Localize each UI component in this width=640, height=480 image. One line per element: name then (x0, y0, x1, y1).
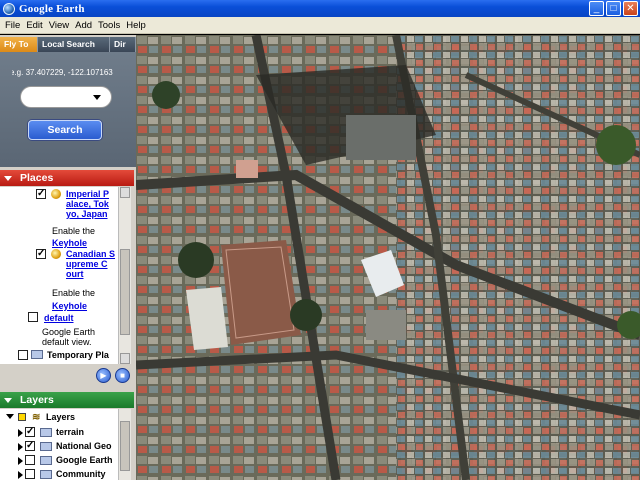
scroll-thumb[interactable] (120, 249, 130, 335)
collapse-arrow-icon[interactable] (6, 414, 14, 419)
keyhole-link-2[interactable]: Keyhole (52, 301, 87, 311)
layers-title: Layers (20, 394, 54, 406)
menu-tools[interactable]: Tools (95, 20, 123, 31)
default-checkbox[interactable] (28, 312, 38, 322)
satellite-imagery[interactable] (136, 35, 640, 480)
aerial-map-view[interactable] (136, 35, 640, 480)
community-checkbox[interactable] (25, 469, 35, 479)
scroll-thumb[interactable] (120, 421, 130, 471)
layer-row-community[interactable]: Community (0, 468, 118, 480)
folder-icon (40, 442, 52, 451)
menu-help[interactable]: Help (123, 20, 149, 31)
close-button[interactable]: ✕ (623, 1, 638, 16)
menu-edit[interactable]: Edit (23, 20, 45, 31)
places-nav-buttons: ▶ ■ (96, 368, 130, 383)
minimize-button[interactable]: _ (589, 1, 604, 16)
folder-icon (40, 456, 52, 465)
imperial-palace-link[interactable]: Imperial P alace, Tok yo, Japan (66, 189, 109, 219)
stop-tour-icon[interactable]: ■ (115, 368, 130, 383)
maximize-button[interactable]: □ (606, 1, 621, 16)
layers-root-row[interactable]: ≋ Layers (0, 412, 118, 426)
default-link[interactable]: default (44, 313, 74, 323)
placemark-icon (51, 189, 61, 199)
national-geo-label: National Geo (56, 441, 112, 451)
placemark-icon (51, 249, 61, 259)
imperial-palace-checkbox[interactable] (36, 188, 46, 199)
canadian-supreme-court-checkbox[interactable] (36, 248, 46, 259)
menu-add[interactable]: Add (72, 20, 95, 31)
layer-row-national-geo[interactable]: National Geo (0, 440, 118, 454)
places-scrollbar[interactable] (118, 187, 131, 364)
scroll-down-arrow-icon[interactable] (120, 353, 130, 364)
google-earth-logo-icon (3, 2, 15, 15)
collapse-triangle-icon[interactable] (4, 397, 12, 403)
expand-arrow-icon[interactable] (18, 443, 23, 451)
menu-file[interactable]: File (2, 20, 23, 31)
national-geo-checkbox[interactable] (25, 440, 35, 451)
play-tour-icon[interactable]: ▶ (96, 368, 111, 383)
expand-arrow-icon[interactable] (18, 429, 23, 437)
terrain-label: terrain (56, 427, 85, 437)
dropdown-arrow-icon[interactable] (93, 95, 101, 100)
scroll-up-arrow-icon[interactable] (120, 187, 130, 198)
fly-to-input[interactable] (20, 86, 112, 108)
enable-text: Enable the (52, 226, 96, 236)
expand-arrow-icon[interactable] (18, 457, 23, 465)
coordinate-hint: e.g. 37.407229, -122.107163 (12, 68, 113, 77)
default-description: Google Earth default view. (42, 327, 96, 347)
terrain-checkbox[interactable] (25, 426, 35, 437)
collapse-triangle-icon[interactable] (4, 175, 12, 181)
community-label: Community (56, 469, 106, 479)
window-title: Google Earth (19, 2, 85, 15)
fly-to-pane: e.g. 37.407229, -122.107163 Search (0, 52, 136, 167)
keyhole-link[interactable]: Keyhole (52, 238, 87, 248)
folder-icon (31, 350, 43, 359)
menu-bar: File Edit View Add Tools Help (0, 17, 640, 34)
enable-text-2: Enable the (52, 288, 96, 298)
layer-row-google-earth[interactable]: Google Earth (0, 454, 118, 468)
title-bar: Google Earth _ □ ✕ (0, 0, 640, 17)
tab-directions[interactable]: Dir (110, 37, 136, 52)
layer-row-terrain[interactable]: terrain (0, 426, 118, 440)
menu-view[interactable]: View (46, 20, 72, 31)
canadian-supreme-court-link[interactable]: Canadian S upreme C ourt (66, 249, 115, 279)
layers-list: ≋ Layers terrain National Geo Google Ear… (0, 409, 118, 480)
layers-header[interactable]: Layers (0, 392, 134, 408)
folder-icon (40, 470, 52, 479)
left-panel: Fly To Local Search Dir e.g. 37.407229, … (0, 35, 136, 480)
places-header[interactable]: Places (0, 170, 134, 186)
search-tabs: Fly To Local Search Dir (0, 37, 136, 52)
stack-icon: ≋ (32, 412, 41, 423)
layer-icon (18, 413, 26, 421)
layers-root-label: Layers (46, 412, 76, 422)
temporary-places-label[interactable]: Temporary Pla (47, 350, 109, 360)
expand-arrow-icon[interactable] (18, 471, 23, 479)
folder-icon (40, 428, 52, 437)
google-earth-label: Google Earth (56, 455, 113, 465)
search-button[interactable]: Search (28, 120, 102, 140)
window-controls: _ □ ✕ (589, 1, 638, 16)
google-earth-checkbox[interactable] (25, 455, 35, 465)
tab-local-search[interactable]: Local Search (38, 37, 110, 52)
places-list: Imperial P alace, Tok yo, Japan Enable t… (0, 187, 118, 364)
places-title: Places (20, 172, 54, 184)
tab-fly-to[interactable]: Fly To (0, 37, 38, 52)
layers-scrollbar[interactable] (118, 409, 131, 480)
temporary-places-checkbox[interactable] (18, 350, 28, 360)
